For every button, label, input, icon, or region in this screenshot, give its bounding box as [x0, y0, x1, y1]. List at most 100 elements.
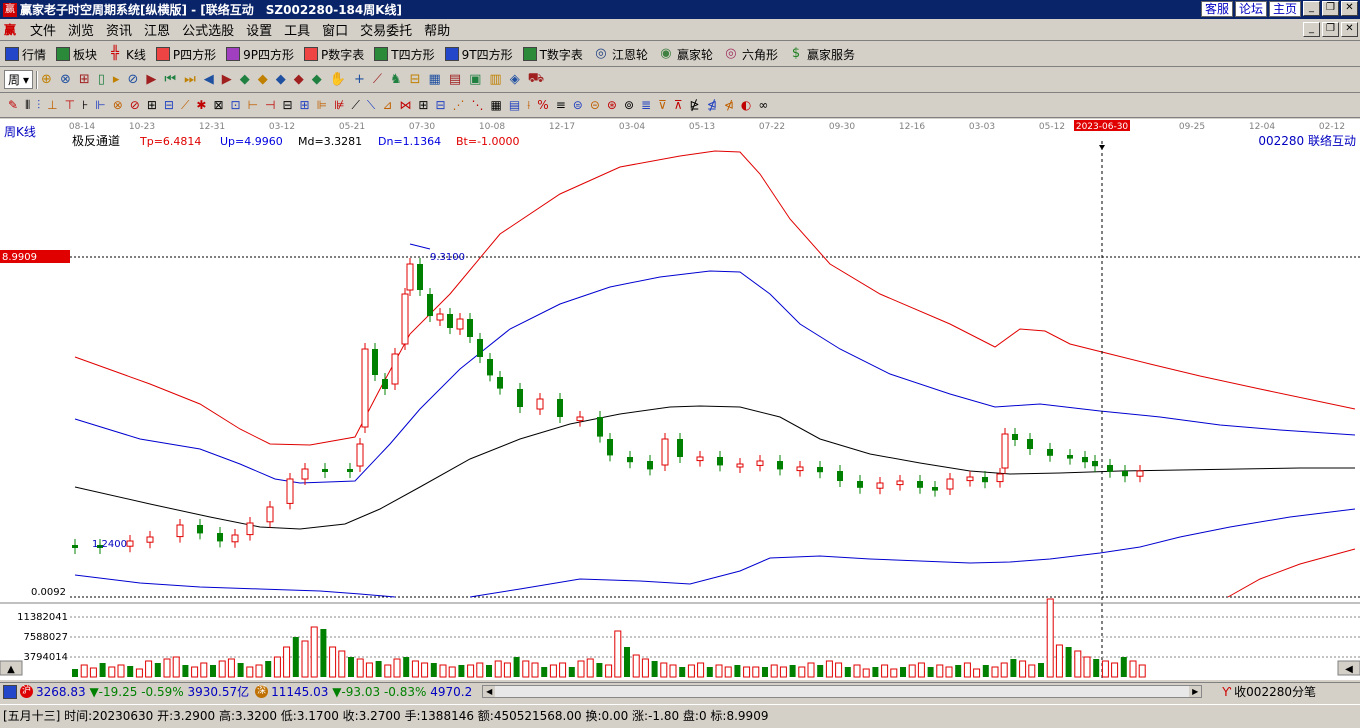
menu-window[interactable]: 窗口	[316, 20, 354, 39]
chart-area[interactable]: 08-14 10-23 12-31 03-12 05-21 07-30 10-08 12-17…	[0, 119, 1360, 680]
9t-square-button[interactable]: 9T四方形	[440, 46, 518, 63]
chart-tool-icon[interactable]: ◆	[294, 72, 304, 87]
drawing-tool-icon[interactable]: ⟋	[181, 98, 189, 113]
chart-tool-icon[interactable]: ⊕	[41, 72, 52, 87]
drawing-tool-icon[interactable]: ✱	[196, 98, 206, 112]
horizontal-scrollbar[interactable]: ◀ ▶	[482, 685, 1203, 698]
drawing-tool-icon[interactable]: %	[537, 98, 548, 112]
drawing-tool-icon[interactable]: ⫶	[37, 98, 40, 113]
quotes-button[interactable]: 行情	[0, 46, 51, 63]
chart-tool-icon[interactable]: ▸	[113, 72, 120, 87]
hexagon-button[interactable]: ◎ 六角形	[718, 46, 783, 63]
drawing-tool-icon[interactable]: ⊩	[95, 98, 105, 112]
tick-data-segment[interactable]: Ƴ 收002280分笔	[1222, 683, 1316, 700]
drawing-tool-icon[interactable]: ⋱	[472, 98, 484, 112]
chart-tool-icon[interactable]: ⊗	[60, 72, 71, 87]
drawing-tool-icon[interactable]: ⋪	[724, 98, 734, 112]
drawing-tool-icon[interactable]: ⊿	[382, 98, 392, 112]
menu-help[interactable]: 帮助	[418, 20, 456, 39]
drawing-tool-icon[interactable]: ⊡	[231, 98, 241, 112]
drawing-tool-icon[interactable]: ∞	[758, 98, 768, 112]
drawing-tool-icon[interactable]: ⊟	[282, 98, 292, 112]
chart-tool-icon[interactable]: ▦	[429, 72, 441, 87]
t-number-table-button[interactable]: T数字表	[518, 46, 588, 63]
drawing-tool-icon[interactable]: ≣	[641, 98, 651, 112]
restore-icon[interactable]: ❐	[1322, 1, 1339, 16]
drawing-tool-icon[interactable]: ⊟	[435, 98, 445, 112]
drawing-tool-icon[interactable]: ⟍	[367, 98, 375, 113]
drawing-tool-icon[interactable]: ⋈	[399, 98, 411, 112]
child-close-icon[interactable]: ✕	[1341, 22, 1358, 37]
drawing-tool-icon[interactable]: ⊫	[317, 98, 327, 112]
menu-trade[interactable]: 交易委托	[354, 20, 418, 39]
drawing-tool-icon[interactable]: ⟊	[527, 98, 530, 113]
menu-formula[interactable]: 公式选股	[176, 20, 240, 39]
drawing-tool-icon[interactable]: ⊝	[590, 98, 600, 112]
close-icon[interactable]: ✕	[1341, 1, 1358, 16]
drawing-tool-icon[interactable]: ⊘	[130, 98, 140, 112]
winner-service-button[interactable]: $ 赢家服务	[783, 46, 860, 63]
chart-tool-icon[interactable]: ◆	[258, 72, 268, 87]
p-square-button[interactable]: P四方形	[151, 46, 221, 63]
chart-tool-icon[interactable]: ⏭	[184, 72, 196, 87]
chart-tool-icon[interactable]: ▯	[98, 72, 105, 87]
drawing-tool-icon[interactable]: ⊤	[65, 98, 75, 112]
drawing-tool-icon[interactable]: ⊢	[248, 98, 258, 112]
sectors-button[interactable]: 板块	[51, 46, 102, 63]
drawing-tool-icon[interactable]: ⊚	[624, 98, 634, 112]
minimize-icon[interactable]: _	[1303, 1, 1320, 16]
chart-tool-icon[interactable]: ⊟	[410, 72, 421, 87]
service-link[interactable]: 客服	[1200, 1, 1233, 17]
chart-tool-icon[interactable]: ⊞	[79, 72, 90, 87]
child-restore-icon[interactable]: ❐	[1322, 22, 1339, 37]
chart-tool-icon[interactable]: ⏮	[164, 72, 176, 87]
drawing-tool-icon[interactable]: ⋭	[690, 98, 700, 112]
drawing-tool-icon[interactable]: ⊽	[658, 98, 667, 112]
scroll-left-icon[interactable]: ◀	[483, 686, 496, 697]
chart-tool-icon[interactable]: ◆	[312, 72, 322, 87]
child-minimize-icon[interactable]: _	[1303, 22, 1320, 37]
drawing-tool-icon[interactable]: ⊗	[113, 98, 123, 112]
menu-gann[interactable]: 江恩	[138, 20, 176, 39]
chart-tool-icon[interactable]: ⟋	[373, 72, 382, 87]
9p-square-button[interactable]: 9P四方形	[221, 46, 299, 63]
drawing-tool-icon[interactable]: ⊞	[418, 98, 428, 112]
drawing-tool-icon[interactable]: ⫴	[25, 98, 30, 113]
drawing-tool-icon[interactable]: ⊯	[334, 98, 344, 112]
chart-tool-icon[interactable]: ♞	[390, 72, 402, 87]
scroll-right-icon[interactable]: ▶	[1189, 686, 1202, 697]
drawing-tool-icon[interactable]: ⊟	[164, 98, 174, 112]
drawing-tool-icon[interactable]: ⊦	[82, 98, 88, 112]
chart-tool-icon[interactable]: ◀	[204, 72, 214, 87]
chart-tool-icon[interactable]: ✋	[330, 72, 346, 87]
drawing-tool-icon[interactable]: ≡	[556, 98, 566, 112]
drawing-tool-icon[interactable]: ▤	[509, 98, 520, 112]
chart-tool-icon[interactable]: ▶	[222, 72, 232, 87]
menu-file[interactable]: 文件	[24, 20, 62, 39]
drawing-tool-icon[interactable]: ▦	[491, 98, 502, 112]
chart-tool-icon[interactable]: ▣	[469, 72, 481, 87]
drawing-tool-icon[interactable]: ◐	[741, 98, 751, 112]
sz-index-segment[interactable]: 深 11145.03 ▼-93.03 -0.83% 4970.2	[255, 685, 472, 699]
drawing-tool-icon[interactable]: ⊛	[607, 98, 617, 112]
home-link[interactable]: 主页	[1268, 1, 1301, 17]
sh-index-segment[interactable]: 沪 3268.83 ▼-19.25 -0.59% 3930.57亿	[20, 683, 249, 700]
kline-button[interactable]: ╬ K线	[102, 46, 151, 63]
period-select[interactable]: 周 ▾	[4, 70, 34, 89]
drawing-tool-icon[interactable]: ✎	[8, 98, 18, 112]
menu-browse[interactable]: 浏览	[62, 20, 100, 39]
gann-wheel-button[interactable]: ◎ 江恩轮	[588, 46, 653, 63]
drawing-tool-icon[interactable]: ⊼	[674, 98, 683, 112]
drawing-tool-icon[interactable]: ⊜	[573, 98, 583, 112]
chart-tool-icon[interactable]: ⛟	[528, 71, 544, 88]
chart-tool-icon[interactable]: ◆	[276, 72, 286, 87]
menu-news[interactable]: 资讯	[100, 20, 138, 39]
chart-tool-icon[interactable]: +	[354, 72, 365, 87]
chart-tool-icon[interactable]: ▥	[489, 72, 501, 87]
grid-icon[interactable]	[3, 684, 17, 699]
chart-tool-icon[interactable]: ◆	[240, 72, 250, 87]
winner-wheel-button[interactable]: ◉ 赢家轮	[653, 46, 718, 63]
drawing-tool-icon[interactable]: ⊞	[300, 98, 310, 112]
menu-settings[interactable]: 设置	[240, 20, 278, 39]
forum-link[interactable]: 论坛	[1234, 1, 1267, 17]
